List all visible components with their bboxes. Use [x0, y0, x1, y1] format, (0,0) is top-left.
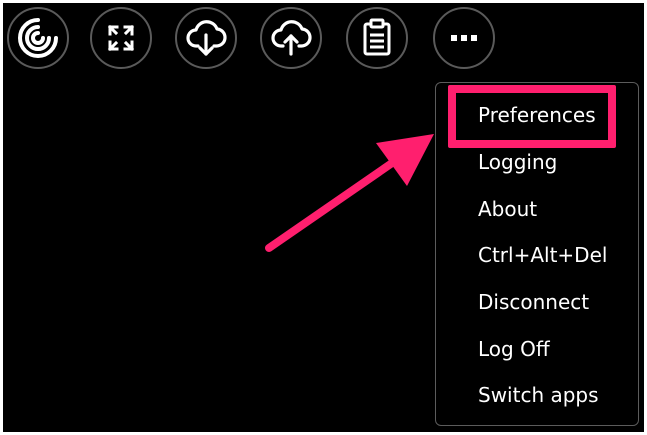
app-window: Preferences Logging About Ctrl+Alt+Del D… [3, 3, 644, 432]
annotation-arrow-icon [265, 134, 434, 252]
